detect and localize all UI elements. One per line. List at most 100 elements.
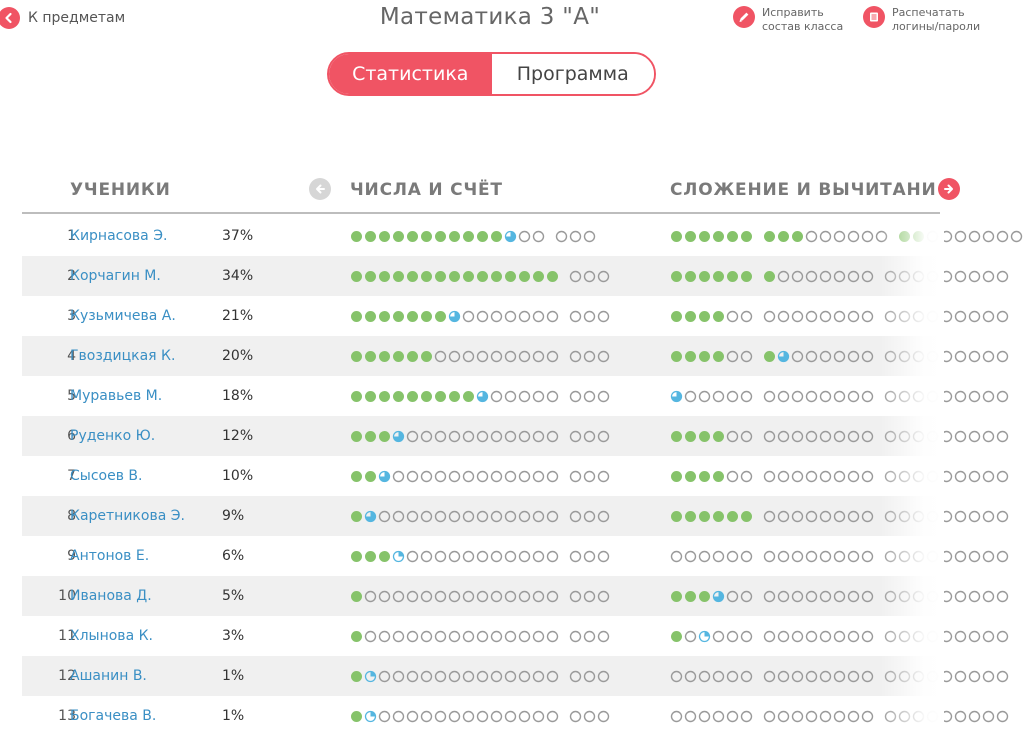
progress-dot-empty (819, 310, 832, 322)
progress-dot-done (351, 230, 362, 242)
table-row: 6 Руденко Ю. 12% (22, 416, 1009, 456)
progress-dot-done (379, 390, 390, 402)
progress-dot-done (713, 270, 724, 282)
progress-dot-done (365, 270, 376, 282)
progress-dot-empty (546, 350, 559, 362)
progress-dot-done (393, 390, 404, 402)
progress-dot-empty (726, 470, 739, 482)
progress-dot-empty (982, 670, 995, 682)
student-name-link[interactable]: Иванова Д. (70, 588, 152, 604)
progress-dot-empty (684, 550, 697, 562)
progress-dot-empty (490, 470, 503, 482)
progress-dot-empty (833, 230, 846, 242)
progress-dot-empty (476, 430, 489, 442)
progress-dot-empty (420, 710, 433, 722)
progress-dot-empty (996, 550, 1009, 562)
progress-dot-done (407, 350, 418, 362)
progress-dot-empty (954, 510, 967, 522)
tab-statistics[interactable]: Статистика (329, 54, 492, 94)
progress-dot-empty (555, 230, 568, 242)
progress-dot-empty (940, 630, 953, 642)
progress-dot-empty (420, 510, 433, 522)
progress-dot-empty (434, 350, 447, 362)
progress-addition (670, 509, 1010, 523)
progress-dot-empty (982, 350, 995, 362)
progress-dot-empty (805, 350, 818, 362)
progress-dot-empty (569, 590, 582, 602)
progress-dot-done (393, 230, 404, 242)
progress-dot-empty (726, 390, 739, 402)
progress-dot-done (899, 230, 910, 242)
progress-dot-empty (740, 430, 753, 442)
progress-dot-empty (777, 590, 790, 602)
progress-dot-done (699, 590, 710, 602)
edit-class-button[interactable]: Исправить состав класса (733, 6, 843, 34)
student-name-link[interactable]: Гвоздицкая К. (70, 348, 175, 364)
progress-dot-empty (833, 470, 846, 482)
progress-dot-empty (884, 310, 897, 322)
progress-dot-empty (954, 470, 967, 482)
progress-dot-empty (819, 230, 832, 242)
table-row: 9 Антонов Е. 6% (22, 536, 1009, 576)
tab-program[interactable]: Программа (491, 54, 654, 94)
progress-dot-empty (569, 470, 582, 482)
student-name-link[interactable]: Каретникова Э. (70, 508, 185, 524)
progress-dot-empty (968, 670, 981, 682)
progress-dot-empty (968, 390, 981, 402)
print-logins-button[interactable]: Распечатать логины/пароли (863, 6, 992, 34)
progress-dot-empty (847, 630, 860, 642)
progress-dot-done (505, 270, 516, 282)
progress-dot-empty (940, 710, 953, 722)
progress-dot-empty (378, 630, 391, 642)
progress-dot-empty (982, 390, 995, 402)
prev-category-button[interactable] (309, 178, 331, 200)
progress-dot-done (463, 270, 474, 282)
progress-dot-empty (532, 390, 545, 402)
student-name-link[interactable]: Богачева В. (70, 708, 156, 724)
progress-numbers (350, 229, 597, 243)
progress-dot-empty (597, 710, 610, 722)
next-category-button[interactable] (938, 178, 960, 200)
progress-dot-empty (833, 630, 846, 642)
progress-dot-empty (434, 430, 447, 442)
progress-dot-empty (504, 310, 517, 322)
progress-dot-empty (912, 550, 925, 562)
progress-dot-empty (392, 470, 405, 482)
progress-dot-empty (569, 350, 582, 362)
student-name-link[interactable]: Ашанин В. (70, 668, 147, 684)
progress-dot-partial (712, 590, 725, 602)
progress-dot-empty (546, 510, 559, 522)
progress-dot-done (393, 350, 404, 362)
progress-dot-empty (546, 630, 559, 642)
progress-dot-empty (518, 350, 531, 362)
progress-dot-started (698, 630, 711, 642)
student-percent: 1% (222, 668, 245, 684)
progress-dot-empty (912, 390, 925, 402)
student-name-link[interactable]: Кирнасова Э. (70, 228, 167, 244)
progress-dot-empty (763, 310, 776, 322)
progress-dot-empty (805, 510, 818, 522)
progress-dot-empty (406, 670, 419, 682)
student-name-link[interactable]: Сысоев В. (70, 468, 142, 484)
student-name-link[interactable]: Корчагин М. (70, 268, 161, 284)
progress-dot-empty (833, 270, 846, 282)
progress-dot-empty (490, 390, 503, 402)
student-name-link[interactable]: Хлынова К. (70, 628, 153, 644)
progress-dot-done (671, 430, 682, 442)
progress-dot-empty (583, 350, 596, 362)
progress-dot-empty (954, 710, 967, 722)
progress-dot-empty (420, 590, 433, 602)
progress-dot-empty (518, 390, 531, 402)
progress-dot-empty (982, 230, 995, 242)
student-name-link[interactable]: Руденко Ю. (70, 428, 155, 444)
progress-dot-empty (504, 430, 517, 442)
progress-dot-empty (791, 470, 804, 482)
progress-dot-empty (698, 390, 711, 402)
progress-dot-empty (434, 510, 447, 522)
progress-dot-empty (532, 310, 545, 322)
progress-dot-empty (597, 630, 610, 642)
student-name-link[interactable]: Муравьев М. (70, 388, 162, 404)
student-name-link[interactable]: Кузьмичева А. (70, 308, 176, 324)
student-name-link[interactable]: Антонов Е. (70, 548, 149, 564)
progress-dot-empty (569, 390, 582, 402)
